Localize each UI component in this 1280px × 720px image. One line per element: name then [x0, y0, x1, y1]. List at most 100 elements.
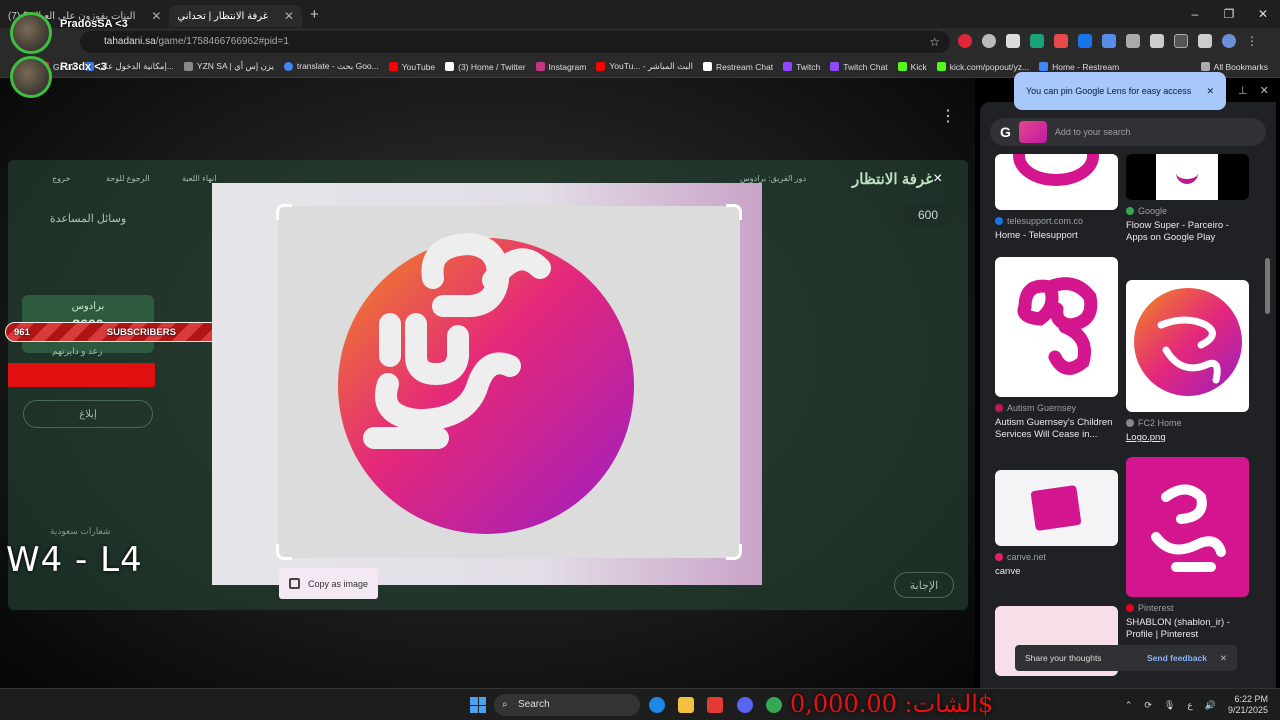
- result-title: SHABLON (shablon_ir) - Profile | Pintere…: [1126, 617, 1231, 640]
- close-icon[interactable]: ×: [933, 170, 942, 188]
- search-icon: ⌕: [502, 699, 508, 710]
- crop-handle[interactable]: [276, 544, 292, 560]
- file-explorer-icon[interactable]: [678, 697, 694, 713]
- back-to-board-button[interactable]: الرجوع للوحة: [106, 174, 150, 183]
- chrome-icon[interactable]: [766, 697, 782, 713]
- close-icon[interactable]: ✕: [151, 9, 161, 23]
- bookmark-item[interactable]: YouTu... - البث المباشر: [596, 61, 693, 72]
- app-icon[interactable]: [707, 697, 723, 713]
- search-label: Search: [518, 699, 550, 710]
- clock-date: 9/21/2025: [1227, 705, 1268, 715]
- bookmark-label: Home - Restream: [1052, 61, 1120, 72]
- extension-icon[interactable]: [1030, 34, 1044, 48]
- extension-icon[interactable]: [1102, 34, 1116, 48]
- bookmark-item[interactable]: kick.com/popout/yz...: [936, 62, 1029, 72]
- input-language[interactable]: ع: [1187, 700, 1192, 711]
- search-input[interactable]: Add to your search: [1055, 127, 1131, 137]
- feedback-prompt: Share your thoughts: [1025, 653, 1102, 663]
- chevron-up-icon[interactable]: ⌃: [1125, 700, 1133, 711]
- source-favicon-icon: [995, 217, 1003, 225]
- pin-icon[interactable]: ⊥: [1238, 84, 1248, 97]
- source-label: FC2 Home: [1138, 418, 1182, 428]
- bookmark-item[interactable]: Restream Chat: [703, 62, 773, 72]
- bookmark-label: YZN SA | يزن إس أي: [196, 61, 274, 71]
- result-logo: [1157, 316, 1221, 384]
- more-options-icon[interactable]: ⋮: [940, 106, 956, 126]
- bookmark-item[interactable]: Twitch: [783, 62, 820, 72]
- bookmark-label: Kick: [910, 61, 927, 72]
- new-tab-button[interactable]: +: [310, 6, 319, 23]
- result-card[interactable]: Google Floow Super - Parceiro - Apps on …: [1126, 154, 1249, 244]
- close-icon[interactable]: ✕: [1260, 84, 1269, 97]
- close-icon[interactable]: ✕: [284, 9, 294, 23]
- discord-icon[interactable]: [737, 697, 753, 713]
- kick-icon: [936, 62, 946, 71]
- edge-icon[interactable]: [649, 697, 665, 713]
- bookmark-item[interactable]: (3) Home / Twitter: [445, 62, 526, 72]
- maximize-button[interactable]: ❐: [1212, 0, 1246, 28]
- scrollbar-thumb[interactable]: [1265, 258, 1270, 314]
- close-icon[interactable]: ✕: [1206, 72, 1214, 110]
- result-thumbnail: [1126, 280, 1249, 412]
- selection-thumbnail: [1018, 121, 1047, 143]
- extension-icon[interactable]: [1078, 34, 1092, 48]
- bookmark-item[interactable]: YouTube: [388, 62, 435, 72]
- crop-handle[interactable]: [276, 204, 292, 220]
- url-input[interactable]: tahadani.sa/game/1758466766962#pid=1 ☆: [80, 31, 950, 53]
- result-thumbnail: [1126, 154, 1249, 200]
- result-source: FC2 Home: [1126, 418, 1249, 428]
- close-icon[interactable]: ✕: [1220, 653, 1227, 664]
- bookmark-item[interactable]: Home - Restream: [1039, 62, 1119, 72]
- volume-icon[interactable]: 🔊: [1205, 700, 1216, 711]
- lens-search-bar[interactable]: G Add to your search: [990, 118, 1266, 146]
- profile-avatar[interactable]: [1222, 34, 1236, 48]
- scrollbar[interactable]: [1265, 158, 1270, 668]
- bookmark-star-icon[interactable]: ☆: [929, 31, 940, 53]
- result-card[interactable]: Pinterest SHABLON (shablon_ir) - Profile…: [1126, 457, 1249, 641]
- result-thumbnail: [995, 470, 1118, 546]
- extension-icon[interactable]: [1126, 34, 1140, 48]
- microphone-icon[interactable]: 🎙: [1164, 700, 1175, 711]
- copy-as-image-button[interactable]: Copy as image: [279, 568, 378, 599]
- exit-button[interactable]: خروج: [52, 174, 70, 183]
- extension-icon[interactable]: [958, 34, 972, 48]
- bookmark-label: YouTu... - البث المباشر: [609, 61, 693, 71]
- sync-icon[interactable]: ⟳: [1144, 700, 1152, 711]
- extension-icon[interactable]: [1006, 34, 1020, 48]
- extension-icon[interactable]: [982, 34, 996, 48]
- minimize-button[interactable]: –: [1178, 0, 1212, 28]
- crop-handle[interactable]: [726, 544, 742, 560]
- tab-game[interactable]: غرفة الانتظار | تحداني ✕: [169, 5, 303, 27]
- clock[interactable]: 6:22 PM 9/21/2025: [1228, 694, 1268, 716]
- subs-label: SUBSCRIBERS: [106, 326, 176, 338]
- lens-crop-region[interactable]: [276, 204, 742, 560]
- puzzle-icon[interactable]: [1150, 34, 1164, 48]
- result-card[interactable]: FC2 Home Logo.png: [1126, 280, 1249, 444]
- crop-handle[interactable]: [726, 204, 742, 220]
- end-game-button[interactable]: انهاء اللعبة: [182, 174, 216, 183]
- report-button[interactable]: إبلاغ: [23, 400, 153, 428]
- lens-icon[interactable]: [1174, 34, 1188, 48]
- window-controls: – ❐ ✕: [1178, 0, 1280, 28]
- extension-icon[interactable]: [1054, 34, 1068, 48]
- media-icon[interactable]: [1198, 34, 1212, 48]
- all-bookmarks-button[interactable]: All Bookmarks: [1200, 62, 1268, 72]
- send-feedback-button[interactable]: Send feedback: [1147, 653, 1207, 663]
- answer-button[interactable]: الإجابة: [894, 572, 954, 598]
- clock-time: 6:22 PM: [1234, 694, 1268, 704]
- bookmark-item[interactable]: YZN SA | يزن إس أي: [183, 61, 274, 72]
- menu-icon[interactable]: ⋮: [1246, 34, 1260, 48]
- chat-donation-total: الشات: 0,000.00$: [790, 690, 994, 718]
- result-card[interactable]: canve.net canve: [995, 470, 1118, 578]
- result-card[interactable]: telesupport.com.co Home - Telesupport: [995, 154, 1118, 242]
- windows-start-icon[interactable]: [470, 697, 486, 713]
- alert-bar: [8, 363, 155, 387]
- close-window-button[interactable]: ✕: [1246, 0, 1280, 28]
- bookmark-item[interactable]: translate - بحث Goo...: [283, 61, 379, 72]
- result-card[interactable]: Autism Guernsey Autism Guernsey's Childr…: [995, 257, 1118, 441]
- bookmark-item[interactable]: Kick: [897, 61, 927, 72]
- bookmark-item[interactable]: Twitch Chat: [830, 62, 888, 72]
- taskbar-search[interactable]: ⌕ Search: [494, 694, 640, 716]
- bookmark-item[interactable]: Instagram: [535, 62, 586, 72]
- taskbar: ⌕ Search ⌃ ⟳ 🎙 ع 🔊 6:22 PM 9/21/2025: [0, 688, 1280, 720]
